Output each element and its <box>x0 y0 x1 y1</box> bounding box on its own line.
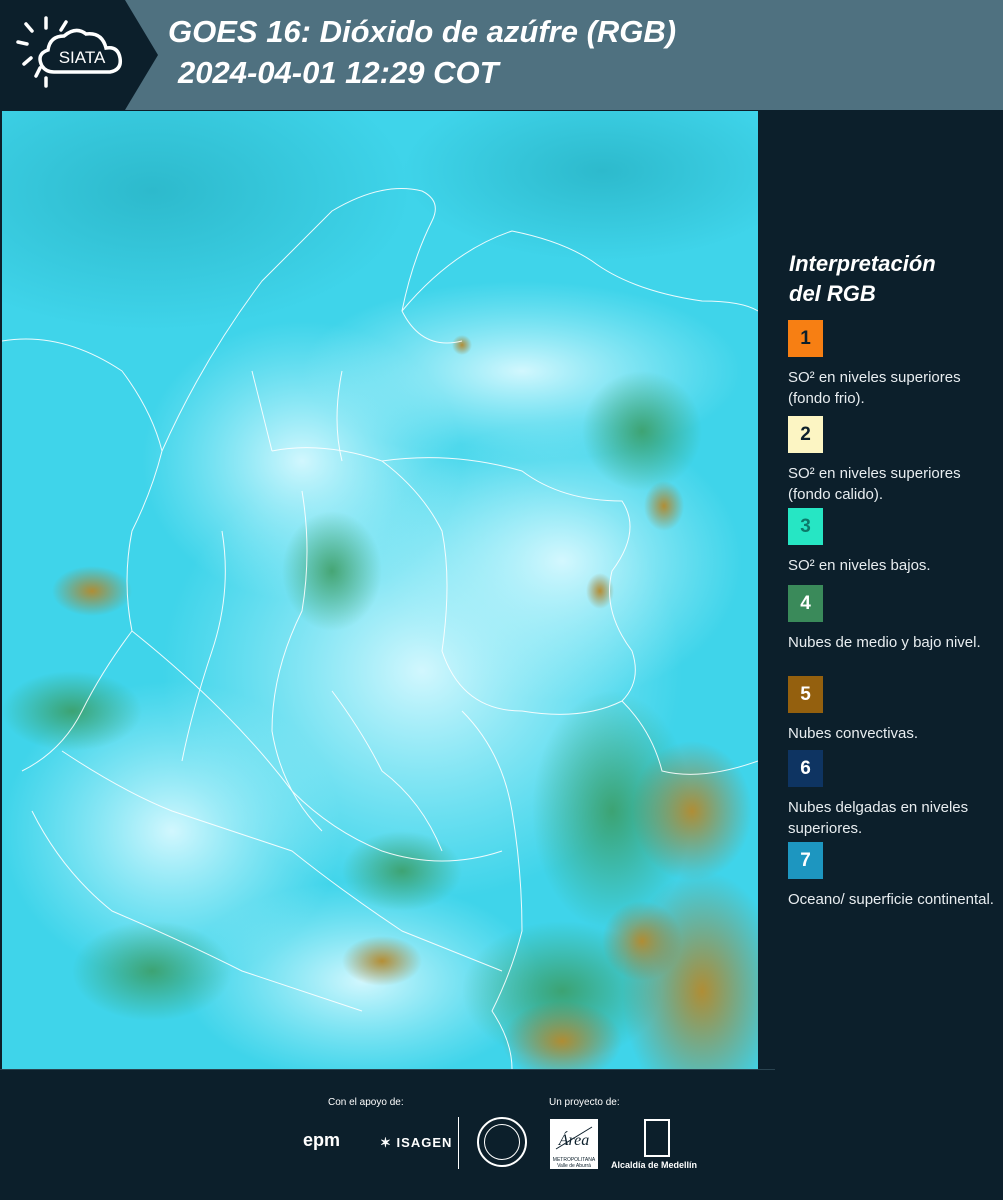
legend-swatch-7: 7 <box>788 842 823 879</box>
alcaldia-shield-icon <box>644 1119 670 1157</box>
logo-divider <box>458 1117 459 1169</box>
legend-panel: Interpretación del RGB 1 SO² en niveles … <box>762 111 1003 1069</box>
legend-swatch-2: 2 <box>788 416 823 453</box>
footer: Con el apoyo de: Un proyecto de: epm ✶ I… <box>0 1069 1003 1200</box>
legend-swatch-6: 6 <box>788 750 823 787</box>
legend-title: Interpretación del RGB <box>789 251 936 306</box>
header: SIATA GOES 16: Dióxido de azúfre (RGB) 2… <box>0 0 1003 110</box>
isagen-logo: ✶ ISAGEN <box>380 1135 453 1150</box>
legend-label-2: SO² en niveles superiores (fondo calido)… <box>788 465 961 503</box>
support-label: Con el apoyo de: <box>328 1097 404 1108</box>
legend-label-7: Oceano/ superficie continental. <box>788 891 994 908</box>
legend-item-5: 5 Nubes convectivas. <box>788 676 998 744</box>
area-metropolitana-text: METROPOLITANA Valle de Aburrá <box>552 1157 596 1169</box>
satellite-image <box>2 111 758 1069</box>
legend-label-6: Nubes delgadas en niveles superiores. <box>788 799 969 837</box>
footer-divider <box>0 1069 775 1070</box>
sun-cloud-icon: SIATA <box>16 16 123 88</box>
satellite-map[interactable] <box>2 111 758 1069</box>
legend-item-2: 2 SO² en niveles superiores (fondo calid… <box>788 416 998 505</box>
alcaldia-label: Alcaldía de Medellín <box>611 1160 698 1170</box>
isagen-star-icon: ✶ <box>380 1135 392 1150</box>
siata-logo: SIATA <box>0 0 158 110</box>
svg-text:SIATA: SIATA <box>59 48 106 67</box>
legend-swatch-1: 1 <box>788 320 823 357</box>
project-label: Un proyecto de: <box>549 1097 620 1108</box>
legend-label-5: Nubes convectivas. <box>788 725 919 742</box>
legend-item-3: 3 SO² en niveles bajos. <box>788 508 998 576</box>
area-wordmark-icon: Área <box>555 1126 593 1150</box>
legend-label-3: SO² en niveles bajos. <box>788 557 931 574</box>
svg-text:Área: Área <box>558 1130 590 1149</box>
epm-logo: epm <box>303 1130 341 1150</box>
legend-item-1: 1 SO² en niveles superiores (fondo frio)… <box>788 320 998 409</box>
legend-swatch-5: 5 <box>788 676 823 713</box>
map-title: GOES 16: Dióxido de azúfre (RGB) <box>168 14 677 49</box>
legend-item-7: 7 Oceano/ superficie continental. <box>788 842 998 910</box>
legend-label-1: SO² en niveles superiores (fondo frio). <box>788 369 961 407</box>
medellin-seal-icon <box>477 1117 527 1167</box>
legend-swatch-3: 3 <box>788 508 823 545</box>
legend-item-6: 6 Nubes delgadas en niveles superiores. <box>788 750 998 839</box>
legend-swatch-4: 4 <box>788 585 823 622</box>
map-timestamp: 2024-04-01 12:29 COT <box>178 55 499 90</box>
legend-item-4: 4 Nubes de medio y bajo nivel. <box>788 585 998 653</box>
legend-label-4: Nubes de medio y bajo nivel. <box>788 634 981 651</box>
